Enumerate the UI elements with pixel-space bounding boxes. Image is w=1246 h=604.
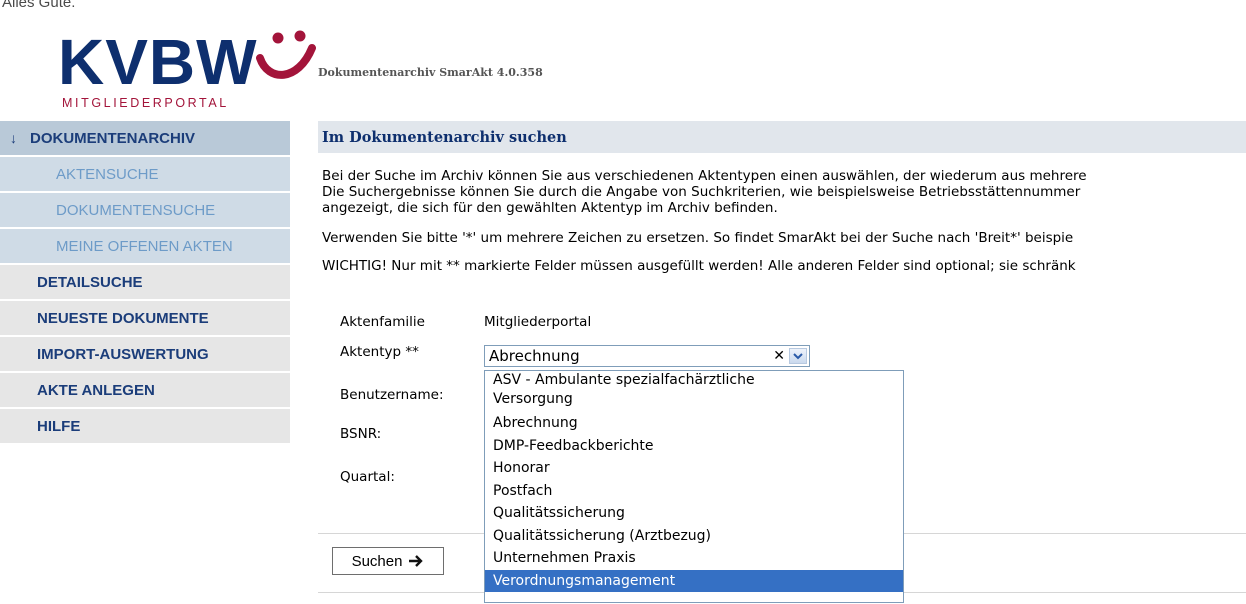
sidebar-item-dokumentenarchiv[interactable]: ↓ DOKUMENTENARCHIV — [0, 121, 290, 157]
sidebar-item-dokumentensuche[interactable]: DOKUMENTENSUCHE — [0, 193, 290, 229]
logo-text: KVBW — [58, 26, 258, 98]
tagline: Alles Gute. — [2, 0, 76, 11]
dropdown-option[interactable]: DMP-Feedbackberichte — [485, 435, 903, 458]
aktentyp-label: Aktentyp ** — [340, 344, 419, 360]
aktentyp-combobox[interactable]: Abrechnung ✕ — [484, 345, 810, 367]
search-button[interactable]: Suchen — [332, 547, 444, 575]
clear-x-icon[interactable]: ✕ — [773, 348, 785, 364]
dropdown-option[interactable]: Versorgung — [485, 390, 903, 412]
sidebar-item-neueste-dokumente[interactable]: NEUESTE DOKUMENTE — [0, 301, 290, 337]
dropdown-option[interactable]: Qualitätssicherung (Arztbezug) — [485, 525, 903, 548]
sidebar-item-hilfe[interactable]: HILFE — [0, 409, 290, 445]
dropdown-option[interactable]: Postfach — [485, 480, 903, 503]
sidebar-item-aktensuche[interactable]: AKTENSUCHE — [0, 157, 290, 193]
sidebar-item-import-auswertung[interactable]: IMPORT-AUSWERTUNG — [0, 337, 290, 373]
dropdown-option[interactable]: Honorar — [485, 457, 903, 480]
important-hint: WICHTIG! Nur mit ** markierte Felder müs… — [322, 258, 1076, 274]
sidebar-item-meine-offenen-akten[interactable]: MEINE OFFENEN AKTEN — [0, 229, 290, 265]
dropdown-option[interactable]: ASV - Ambulante spezialfachärztliche — [485, 371, 903, 390]
aktenfamilie-label: Aktenfamilie — [340, 314, 425, 330]
intro-line: angezeigt, die sich für den gewählten Ak… — [322, 200, 778, 216]
main-panel: Im Dokumentenarchiv suchen Bei der Suche… — [318, 121, 1246, 604]
sidebar: ↓ DOKUMENTENARCHIV AKTENSUCHE DOKUMENTEN… — [0, 121, 290, 445]
quartal-label: Quartal: — [340, 469, 395, 485]
aktentyp-value[interactable]: Abrechnung — [489, 347, 580, 365]
sidebar-item-akte-anlegen[interactable]: AKTE ANLEGEN — [0, 373, 290, 409]
dropdown-option[interactable]: Unternehmen Praxis — [485, 547, 903, 570]
dropdown-option[interactable]: Qualitätssicherung — [485, 502, 903, 525]
app-version: Dokumentenarchiv SmarAkt 4.0.358 — [318, 66, 543, 79]
page-title: Im Dokumentenarchiv suchen — [318, 121, 1246, 153]
sidebar-item-label: DOKUMENTENARCHIV — [30, 129, 195, 147]
arrow-down-icon: ↓ — [10, 130, 17, 146]
kvbw-logo[interactable]: KVBW MITGLIEDERPORTAL — [58, 24, 318, 116]
intro-line: Bei der Suche im Archiv können Sie aus v… — [322, 168, 1087, 184]
chevron-down-icon[interactable] — [789, 348, 807, 364]
search-button-label: Suchen — [351, 552, 403, 570]
dropdown-option[interactable]: Abrechnung — [485, 412, 903, 435]
bsnr-label: BSNR: — [340, 426, 382, 442]
sidebar-item-detailsuche[interactable]: DETAILSUCHE — [0, 265, 290, 301]
aktenfamilie-value: Mitgliederportal — [484, 314, 592, 330]
dropdown-option-selected[interactable]: Verordnungsmanagement — [485, 569, 903, 592]
logo-subtitle: MITGLIEDERPORTAL — [62, 96, 229, 110]
benutzername-label: Benutzername: — [340, 387, 444, 403]
arrow-right-icon — [409, 555, 424, 567]
smile-icon — [256, 30, 316, 79]
intro-text: Bei der Suche im Archiv können Sie aus v… — [322, 168, 1087, 216]
aktentyp-dropdown-list[interactable]: ASV - Ambulante spezialfachärztliche Ver… — [484, 370, 904, 603]
intro-line: Die Suchergebnisse können Sie durch die … — [322, 184, 1081, 200]
wildcard-hint: Verwenden Sie bitte '*' um mehrere Zeich… — [322, 230, 1074, 246]
